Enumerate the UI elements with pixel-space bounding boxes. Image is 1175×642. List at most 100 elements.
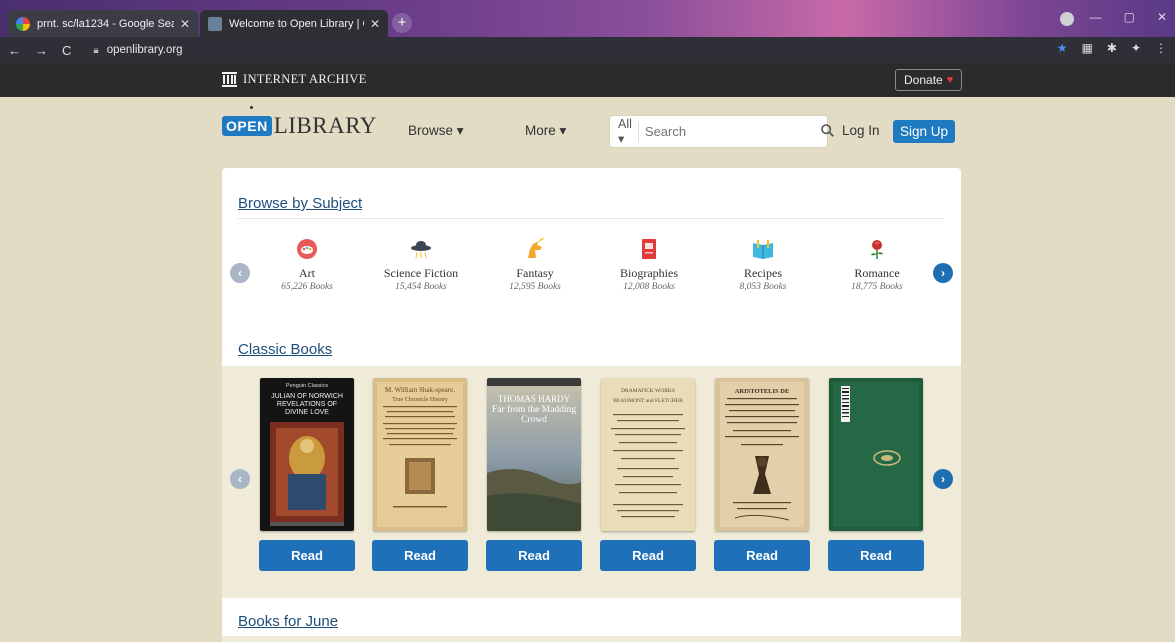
cover-title-text: M. William Shak-speare, — [385, 386, 455, 394]
address-bar: ← → C 🔒︎ openlibrary.org ★ ▦ ✱ ✦ ⋮ — [0, 37, 1175, 63]
browser-tab-google-search[interactable]: prnt. sc/la1234 - Google Search ✕ — [8, 10, 198, 37]
subjects-next-arrow-icon[interactable]: › — [933, 263, 953, 283]
subject-name: Recipes — [744, 266, 782, 280]
subject-count: 65,226 Books — [281, 282, 333, 292]
search-input[interactable] — [638, 124, 821, 139]
book-cover-aristotelis[interactable]: ARISTOTELIS DE — [715, 378, 809, 531]
cover-title-text: DRAMATICK WORKS — [621, 388, 675, 394]
back-icon[interactable]: ← — [8, 43, 21, 58]
donate-label: Donate — [904, 73, 943, 87]
url-field[interactable]: openlibrary.org — [107, 44, 183, 56]
book-cover-julian-of-norwich[interactable]: Penguin Classics JULIAN OF NORWICH REVEL… — [260, 378, 354, 531]
book-card: ARISTOTELIS DE Read — [714, 378, 810, 571]
minimize-icon[interactable]: — — [1090, 10, 1102, 24]
new-tab-button[interactable]: + — [392, 13, 412, 33]
subject-science-fiction[interactable]: Science Fiction 15,454 Books — [366, 238, 476, 292]
subject-art[interactable]: Art 65,226 Books — [252, 238, 362, 292]
login-link[interactable]: Log In — [842, 123, 880, 138]
subject-name: Fantasy — [516, 266, 554, 280]
classic-books-heading[interactable]: Classic Books — [238, 341, 332, 358]
book-card: Penguin Classics JULIAN OF NORWICH REVEL… — [259, 378, 355, 571]
cover-title-text: JULIAN OF NORWICH REVELATIONS OF DIVINE … — [271, 393, 343, 416]
subject-name: Romance — [854, 266, 900, 280]
close-tab-icon[interactable]: ✕ — [180, 17, 190, 31]
books-for-june-heading[interactable]: Books for June — [238, 613, 338, 630]
subject-count: 8,053 Books — [739, 282, 787, 292]
internet-archive-text: INTERNET ARCHIVE — [243, 72, 367, 86]
subject-name: Science Fiction — [383, 266, 459, 280]
read-button[interactable]: Read — [259, 540, 355, 571]
book-card: M. William Shak-speare, True Chronicle H… — [372, 378, 468, 571]
extension-icon[interactable]: ▦ — [1082, 41, 1093, 55]
reload-icon[interactable]: C — [62, 43, 71, 58]
internet-archive-logo[interactable]: INTERNET ARCHIVE — [222, 72, 367, 87]
cover-publisher-text: Penguin Classics — [285, 383, 329, 389]
close-window-icon[interactable]: ✕ — [1157, 10, 1167, 24]
maximize-icon[interactable]: ▢ — [1124, 10, 1135, 24]
cover-title-text: ARISTOTELIS DE — [734, 388, 790, 395]
profile-icon[interactable] — [1060, 12, 1074, 26]
book-cover-green-cloth[interactable] — [829, 378, 923, 531]
browser-tab-strip: prnt. sc/la1234 - Google Search ✕ Welcom… — [0, 0, 1175, 37]
search-scope-select[interactable]: All ▾ — [610, 117, 639, 146]
cover-title-text: Far from the Madding Crowd — [491, 405, 577, 425]
unicorn-icon — [528, 238, 545, 258]
cover-author-text: BEAUMONT and FLETCHER — [613, 398, 683, 404]
more-menu[interactable]: More ▾ — [525, 123, 566, 139]
search-icon[interactable] — [821, 123, 834, 140]
book-card: THOMAS HARDY Far from the Madding Crowd … — [486, 378, 582, 571]
logo-open-text: OPEN — [222, 116, 272, 136]
book-card: Read — [828, 378, 924, 571]
subject-count: 12,595 Books — [509, 282, 561, 292]
books-for-june-carousel — [222, 636, 961, 642]
heart-icon: ♥ — [946, 74, 954, 86]
menu-dots-icon[interactable]: ⋮ — [1155, 41, 1167, 55]
subject-name: Art — [299, 266, 315, 280]
subject-recipes[interactable]: Recipes 8,053 Books — [708, 238, 818, 292]
read-button[interactable]: Read — [486, 540, 582, 571]
books-prev-arrow-icon[interactable]: ‹ — [230, 469, 250, 489]
subject-biographies[interactable]: Biographies 12,008 Books — [594, 238, 704, 292]
book-cover-beaumont-and-fletcher[interactable]: DRAMATICK WORKS BEAUMONT and FLETCHER — [601, 378, 695, 531]
browse-by-subject-heading[interactable]: Browse by Subject — [238, 195, 362, 212]
divider — [238, 218, 944, 219]
window-controls: — ▢ ✕ — [1090, 10, 1167, 24]
read-button[interactable]: Read — [714, 540, 810, 571]
open-library-logo[interactable]: OPEN LIBRARY — [222, 113, 377, 139]
books-next-arrow-icon[interactable]: › — [933, 469, 953, 489]
subject-count: 18,775 Books — [851, 282, 903, 292]
tab-title: prnt. sc/la1234 - Google Search — [37, 17, 174, 30]
open-library-favicon-icon — [208, 16, 222, 31]
browser-tab-open-library[interactable]: Welcome to Open Library | Open ✕ — [200, 10, 388, 37]
close-tab-icon[interactable]: ✕ — [370, 17, 380, 31]
logo-dot — [250, 106, 253, 109]
read-button[interactable]: Read — [372, 540, 468, 571]
forward-icon[interactable]: → — [35, 43, 48, 58]
browse-menu[interactable]: Browse ▾ — [408, 123, 464, 139]
lock-icon[interactable]: 🔒︎ — [93, 45, 98, 56]
subject-carousel: Art 65,226 Books Science Fiction 15,454 … — [252, 238, 932, 298]
puzzle-icon[interactable]: ✱ — [1107, 41, 1117, 55]
extension-icon[interactable]: ✦ — [1131, 41, 1141, 55]
ufo-icon — [411, 241, 431, 259]
rose-icon — [871, 240, 883, 259]
cover-author-text: THOMAS HARDY — [497, 394, 571, 404]
signup-button[interactable]: Sign Up — [893, 120, 956, 143]
subject-name: Biographies — [620, 266, 678, 280]
subject-romance[interactable]: Romance 18,775 Books — [822, 238, 932, 292]
internet-archive-bar: INTERNET ARCHIVE Donate ♥ — [0, 63, 1175, 97]
donate-button[interactable]: Donate ♥ — [895, 69, 963, 91]
main-content-panel: Browse by Subject ‹ › Art 65,226 Books S… — [222, 168, 961, 642]
book-cover-shakespeare[interactable]: M. William Shak-speare, True Chronicle H… — [373, 378, 467, 531]
subject-count: 15,454 Books — [395, 282, 447, 292]
classic-books-carousel: ‹ › Penguin Classics JULIAN OF NORWICH R… — [222, 366, 961, 598]
subjects-prev-arrow-icon[interactable]: ‹ — [230, 263, 250, 283]
read-button[interactable]: Read — [600, 540, 696, 571]
logo-library-text: LIBRARY — [273, 113, 377, 138]
book-card: DRAMATICK WORKS BEAUMONT and FLETCHER Re… — [600, 378, 696, 571]
book-cover-far-from-the-madding-crowd[interactable]: THOMAS HARDY Far from the Madding Crowd — [487, 378, 581, 531]
read-button[interactable]: Read — [828, 540, 924, 571]
tab-title: Welcome to Open Library | Open — [229, 17, 364, 30]
bookmark-star-icon[interactable]: ★ — [1057, 41, 1068, 55]
subject-fantasy[interactable]: Fantasy 12,595 Books — [480, 238, 590, 292]
